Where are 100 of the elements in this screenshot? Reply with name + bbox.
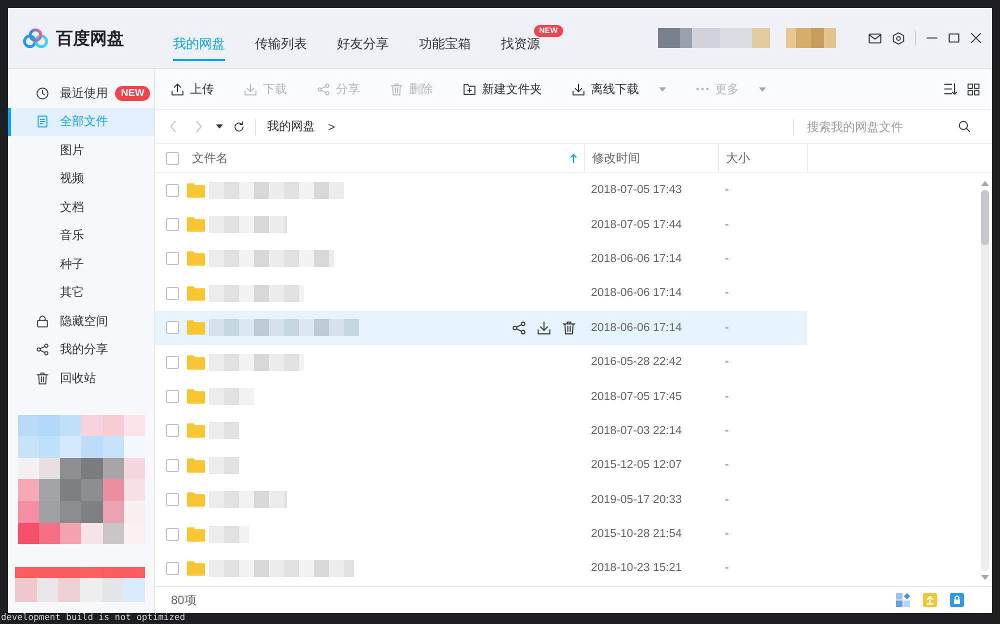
close-icon[interactable]	[970, 32, 982, 44]
folder-plus-icon	[463, 82, 476, 96]
sidebar-item[interactable]: 其它	[8, 278, 154, 307]
toolbar-button[interactable]: 上传	[171, 81, 214, 97]
document-icon	[36, 115, 49, 128]
share-icon	[317, 82, 330, 96]
checkbox[interactable]	[166, 424, 179, 438]
caret-icon	[659, 86, 666, 92]
sidebar-item[interactable]: 隐藏空间	[8, 307, 154, 336]
folder-icon	[187, 526, 205, 542]
share-icon[interactable]	[512, 320, 526, 335]
mail-icon[interactable]	[868, 32, 882, 44]
file-row[interactable]: 2015-10-28 21:54 -	[155, 516, 807, 552]
folder-icon	[187, 217, 205, 232]
table-cell-text: 2018-10-23 15:21	[590, 562, 683, 574]
file-row[interactable]: 2018-07-03 22:14 -	[155, 414, 807, 448]
download-icon	[244, 82, 257, 96]
toolbar-button[interactable]: 离线下载	[572, 81, 666, 97]
sort-icon[interactable]	[943, 82, 958, 96]
caret-icon[interactable]	[216, 124, 223, 129]
checkbox[interactable]	[166, 458, 179, 472]
checkbox[interactable]	[166, 152, 179, 164]
checkbox[interactable]	[166, 493, 179, 506]
search-field[interactable]: 搜索我的网盘文件	[807, 116, 954, 136]
table-cell-text: -	[724, 459, 730, 472]
scrollbar-track[interactable]	[981, 190, 989, 571]
clock-icon	[36, 86, 49, 100]
table-cell-text: -	[724, 528, 730, 540]
download-icon[interactable]	[537, 320, 551, 335]
upload-icon[interactable]	[923, 593, 937, 607]
checkbox[interactable]	[166, 390, 179, 404]
file-row[interactable]: 2016-05-28 22:42 -	[155, 344, 807, 380]
toolbar-button[interactable]: 新建文件夹	[463, 81, 542, 97]
table-cell-text: -	[724, 424, 730, 437]
new-badge: NEW	[115, 86, 150, 101]
checkbox[interactable]	[166, 184, 179, 197]
checkbox[interactable]	[166, 562, 179, 575]
lock-icon[interactable]	[950, 593, 964, 607]
table-cell-text: 2018-06-06 17:14	[590, 252, 683, 265]
sidebar-item[interactable]: 种子	[8, 250, 154, 278]
folder-icon	[187, 560, 205, 576]
trash-icon	[390, 82, 403, 96]
sidebar-item[interactable]: 音乐	[8, 222, 154, 250]
checkbox[interactable]	[166, 321, 179, 334]
file-row[interactable]: 2018-06-06 17:14 -	[155, 242, 807, 276]
sidebar-item[interactable]: 文档	[8, 193, 154, 222]
nav-tab[interactable]: 传输列表	[255, 8, 307, 61]
checkbox[interactable]	[166, 252, 179, 266]
table-cell-text: 2015-10-28 21:54	[590, 528, 683, 540]
settings-icon[interactable]	[892, 32, 905, 44]
checkbox[interactable]	[166, 218, 179, 232]
folder-icon	[187, 320, 205, 336]
table-cell-text: 2018-07-05 17:44	[590, 218, 683, 231]
file-row[interactable]: 2018-06-06 17:14 -	[155, 310, 807, 345]
file-row[interactable]: 2018-07-05 17:43 -	[155, 173, 807, 208]
column-header[interactable]: 修改时间	[584, 144, 718, 172]
checkbox[interactable]	[166, 356, 179, 369]
table-cell-text: 2018-07-05 17:43	[590, 184, 683, 196]
folder-icon	[187, 458, 205, 473]
file-row[interactable]: 2015-12-05 12:07 -	[155, 448, 807, 483]
file-row[interactable]: 2018-07-05 17:44 -	[155, 207, 807, 242]
checkbox[interactable]	[166, 528, 179, 541]
scroll-up-arrow-icon[interactable]	[981, 181, 989, 186]
file-row[interactable]: 2018-10-23 15:21 -	[155, 551, 807, 586]
folder-icon	[187, 286, 205, 301]
table-cell-text: 2016-05-28 22:42	[590, 356, 683, 368]
table-cell-text: 2018-06-06 17:14	[590, 322, 683, 334]
maximize-icon[interactable]	[948, 32, 960, 44]
table-cell-text: 2015-12-05 12:07	[590, 459, 683, 472]
checkbox[interactable]	[166, 286, 179, 300]
new-badge: NEW	[534, 25, 563, 37]
scroll-down-arrow-icon[interactable]	[981, 575, 989, 580]
sidebar-item[interactable]: 图片	[8, 136, 154, 164]
column-header[interactable]: 大小	[718, 144, 807, 172]
grid-icon[interactable]	[896, 593, 910, 607]
refresh-icon[interactable]	[233, 120, 245, 132]
search-icon[interactable]	[958, 120, 971, 133]
sidebar-item[interactable]: 最近使用 NEW	[8, 79, 154, 108]
trash-icon[interactable]	[562, 320, 576, 335]
grid-view-icon[interactable]	[967, 82, 980, 96]
breadcrumb-link[interactable]: 我的网盘	[267, 118, 315, 135]
table-cell-text: -	[724, 322, 730, 334]
table-cell-text: -	[724, 390, 730, 403]
column-header[interactable]: 文件名	[187, 144, 584, 172]
nav-tab[interactable]: 好友分享	[337, 8, 389, 61]
share-icon	[36, 343, 49, 356]
sidebar-item[interactable]: 我的分享	[8, 336, 154, 364]
file-row[interactable]: 2018-07-05 17:45 -	[155, 379, 807, 414]
file-row[interactable]: 2019-05-17 20:33 -	[155, 482, 807, 517]
file-row[interactable]: 2018-06-06 17:14 -	[155, 276, 807, 311]
table-cell-text: -	[724, 494, 730, 506]
table-cell-text: 2018-07-03 22:14	[590, 424, 683, 437]
sidebar-item[interactable]: 回收站	[8, 364, 154, 392]
scrollbar-thumb[interactable]	[981, 190, 989, 245]
sidebar-item[interactable]: 视频	[8, 164, 154, 193]
nav-tab[interactable]: 功能宝箱	[419, 8, 471, 61]
folder-icon	[187, 389, 205, 404]
lock-icon	[36, 314, 49, 328]
upload-icon	[171, 82, 184, 96]
folder-icon	[187, 251, 205, 266]
